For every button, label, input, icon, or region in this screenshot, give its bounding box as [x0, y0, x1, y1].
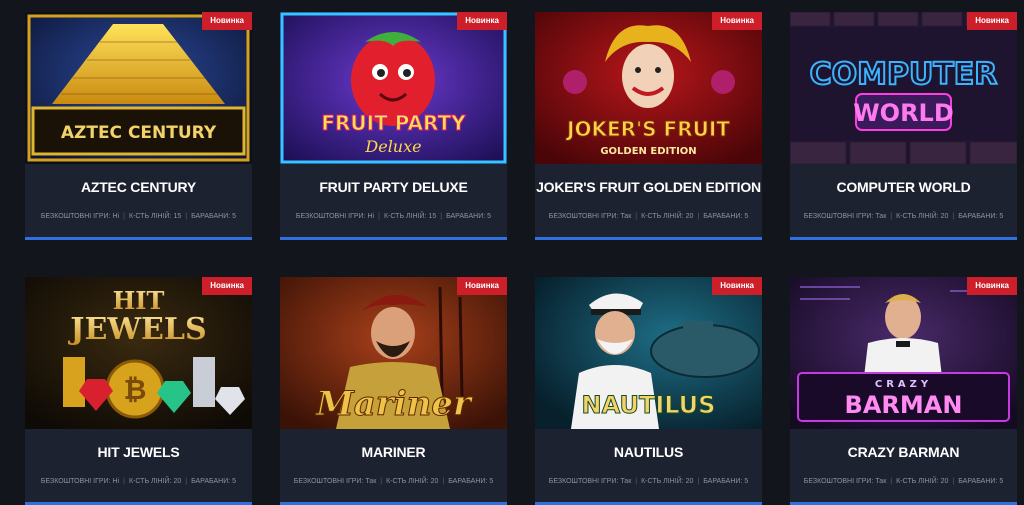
new-badge: Новинка — [202, 277, 252, 295]
svg-text:BARMAN: BARMAN — [845, 391, 963, 419]
svg-text:WORLD: WORLD — [853, 99, 954, 127]
pyramid-artwork[interactable]: AZTEC CENTURY — [25, 12, 252, 164]
game-meta: БЕЗКОШТОВНІ ІГРИ: Ні | К-СТЬ ЛІНІЙ: 15 | БАР… — [40, 213, 237, 220]
captain-artwork[interactable]: NAUTILUS — [535, 277, 762, 429]
svg-text:Mariner: Mariner — [315, 384, 473, 424]
game-title[interactable]: AZTEC CENTURY — [25, 164, 252, 210]
game-meta: БЕЗКОШТОВНІ ІГРИ: Ні | К-СТЬ ЛІНІЙ: 20 | БАР… — [40, 478, 237, 485]
neon-sign-artwork[interactable]: COMPUTER WORLD — [790, 12, 1017, 164]
strawberry-artwork[interactable]: FRUIT PARTY Deluxe — [280, 12, 507, 164]
card-accent-bar — [25, 237, 252, 240]
svg-text:COMPUTER: COMPUTER — [810, 57, 998, 92]
game-card-crazy-barman[interactable]: CRAZY BARMAN Новинка CRAZY BARMAN БЕЗКОШ… — [790, 277, 1017, 505]
game-card-mariner[interactable]: Mariner Новинка MARINER БЕЗКОШТОВНІ ІГРИ… — [280, 277, 507, 505]
game-card-nautilus[interactable]: NAUTILUS Новинка NAUTILUS БЕЗКОШТОВНІ ІГ… — [535, 277, 762, 505]
game-card-jokers-fruit[interactable]: JOKER'S FRUIT GOLDEN EDITION Новинка JOK… — [535, 12, 762, 240]
svg-text:NAUTILUS: NAUTILUS — [582, 391, 716, 419]
new-badge: Новинка — [202, 12, 252, 30]
game-meta: БЕЗКОШТОВНІ ІГРИ: Ні | К-СТЬ ЛІНІЙ: 15 | БАР… — [295, 213, 492, 220]
svg-text:JEWELS: JEWELS — [67, 312, 206, 347]
svg-text:HIT: HIT — [113, 286, 165, 315]
joker-artwork[interactable]: JOKER'S FRUIT GOLDEN EDITION — [535, 12, 762, 164]
game-title[interactable]: FRUIT PARTY DELUXE — [280, 164, 507, 210]
card-accent-bar — [535, 237, 762, 240]
game-meta: БЕЗКОШТОВНІ ІГРИ: Так | К-СТЬ ЛІНІЙ: 20 | БА… — [293, 478, 494, 485]
new-badge: Новинка — [457, 12, 507, 30]
pirate-artwork[interactable]: Mariner — [280, 277, 507, 429]
game-meta: БЕЗКОШТОВНІ ІГРИ: Так | К-СТЬ ЛІНІЙ: 20 | БА… — [548, 213, 749, 220]
svg-text:FRUIT PARTY: FRUIT PARTY — [321, 111, 466, 135]
games-grid: AZTEC CENTURY Новинка AZTEC CENTURY БЕЗК… — [0, 0, 1024, 505]
svg-text:Deluxe: Deluxe — [364, 137, 421, 156]
card-accent-bar — [790, 237, 1017, 240]
game-meta: БЕЗКОШТОВНІ ІГРИ: Так | К-СТЬ ЛІНІЙ: 20 | БА… — [803, 478, 1004, 485]
svg-text:AZTEC CENTURY: AZTEC CENTURY — [61, 123, 217, 143]
game-meta: БЕЗКОШТОВНІ ІГРИ: Так | К-СТЬ ЛІНІЙ: 20 | БА… — [548, 478, 749, 485]
new-badge: Новинка — [712, 277, 762, 295]
svg-text:₿: ₿ — [124, 373, 147, 406]
svg-text:JOKER'S FRUIT: JOKER'S FRUIT — [565, 117, 730, 141]
gems-artwork[interactable]: HIT JEWELS ₿ — [25, 277, 252, 429]
svg-text:CRAZY: CRAZY — [875, 379, 932, 390]
new-badge: Новинка — [457, 277, 507, 295]
game-card-fruit-party-deluxe[interactable]: FRUIT PARTY Deluxe Новинка FRUIT PARTY D… — [280, 12, 507, 240]
game-card-hit-jewels[interactable]: HIT JEWELS ₿ Новинка HIT JEWELS БЕЗКОШТО… — [25, 277, 252, 505]
game-title[interactable]: COMPUTER WORLD — [790, 164, 1017, 210]
new-badge: Новинка — [967, 12, 1017, 30]
game-title[interactable]: CRAZY BARMAN — [790, 429, 1017, 475]
new-badge: Новинка — [712, 12, 762, 30]
game-title[interactable]: JOKER'S FRUIT GOLDEN EDITION — [535, 164, 762, 210]
game-card-aztec-century[interactable]: AZTEC CENTURY Новинка AZTEC CENTURY БЕЗК… — [25, 12, 252, 240]
barman-artwork[interactable]: CRAZY BARMAN — [790, 277, 1017, 429]
svg-text:GOLDEN EDITION: GOLDEN EDITION — [600, 146, 696, 157]
game-meta: БЕЗКОШТОВНІ ІГРИ: Так | К-СТЬ ЛІНІЙ: 20 | БА… — [803, 213, 1004, 220]
game-title[interactable]: MARINER — [280, 429, 507, 475]
card-accent-bar — [280, 237, 507, 240]
new-badge: Новинка — [967, 277, 1017, 295]
game-title[interactable]: NAUTILUS — [535, 429, 762, 475]
game-title[interactable]: HIT JEWELS — [25, 429, 252, 475]
game-card-computer-world[interactable]: COMPUTER WORLD Новинка COMPUTER WORLD БЕ… — [790, 12, 1017, 240]
